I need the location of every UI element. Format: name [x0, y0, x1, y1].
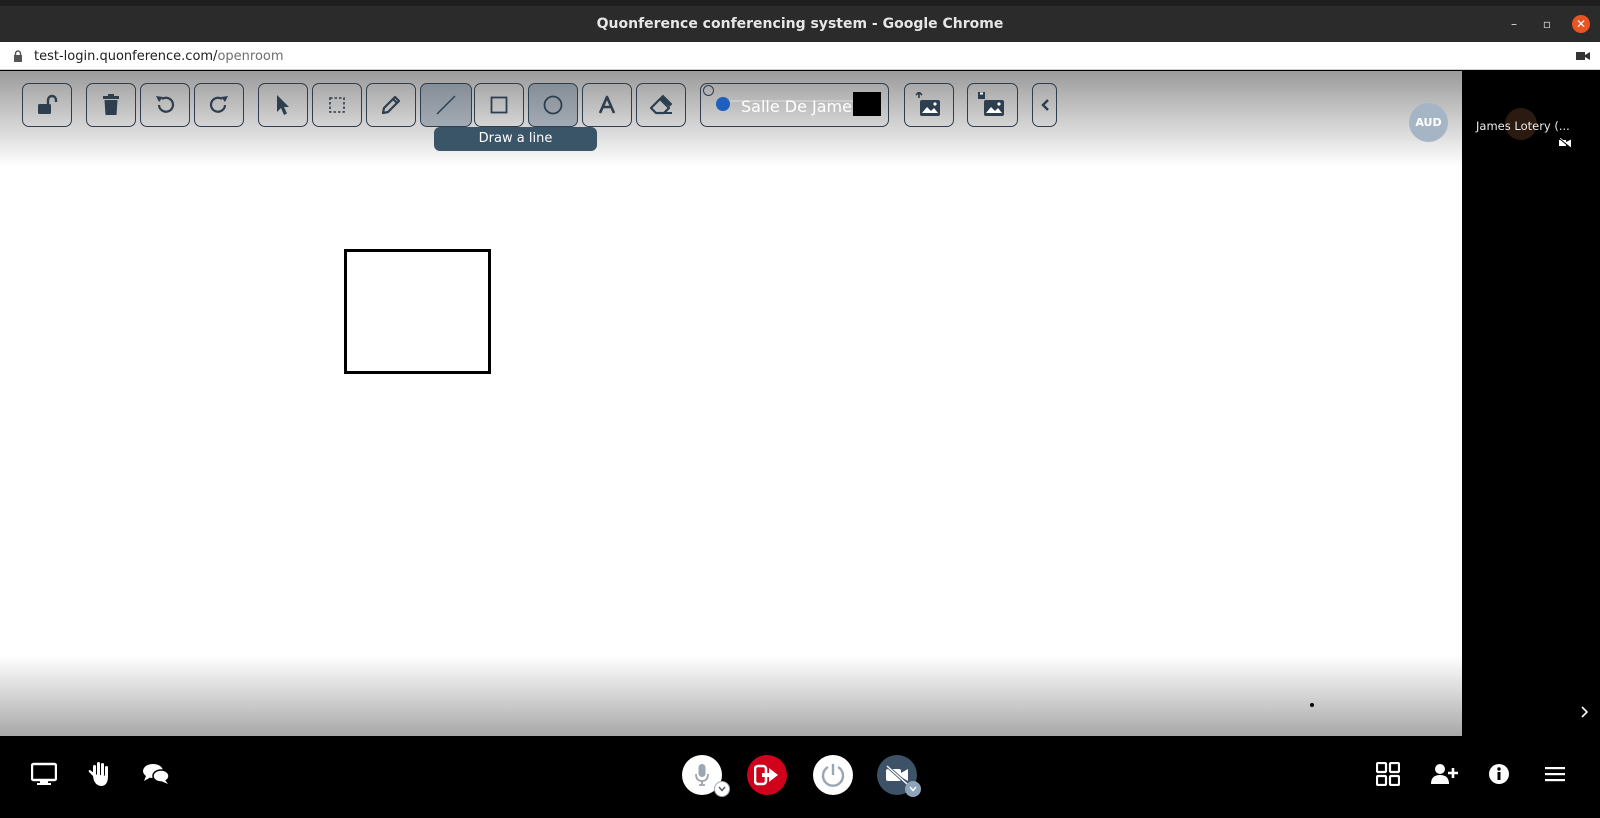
microphone-options-button[interactable]	[714, 781, 730, 797]
redo-button[interactable]	[194, 83, 244, 127]
chat-button[interactable]	[138, 756, 174, 792]
trash-icon	[103, 94, 119, 115]
drawn-rectangle[interactable]	[344, 249, 491, 374]
unlock-icon	[38, 94, 58, 114]
chevron-down-icon	[718, 786, 726, 792]
power-icon	[821, 764, 845, 787]
rectangle-tool-button[interactable]	[474, 83, 524, 127]
close-button[interactable]: ✕	[1572, 15, 1590, 33]
eraser-tool-button[interactable]	[636, 83, 686, 127]
camera-options-button[interactable]	[905, 781, 921, 797]
info-icon	[1489, 764, 1509, 784]
window-title: Quonference conferencing system - Google…	[596, 16, 1004, 32]
add-user-icon	[1431, 764, 1458, 784]
camera-in-use-icon[interactable]	[1576, 50, 1590, 62]
browser-titlebar: Quonference conferencing system - Google…	[0, 6, 1600, 42]
leave-button[interactable]	[747, 755, 787, 795]
slider-handle[interactable]	[716, 97, 730, 111]
power-button[interactable]	[813, 755, 853, 795]
grid-view-button[interactable]	[1370, 756, 1406, 792]
bottom-control-bar	[0, 736, 1600, 818]
screen-share-button[interactable]	[26, 756, 62, 792]
upload-image-button[interactable]	[904, 83, 954, 127]
tool-tooltip: Draw a line	[434, 127, 597, 151]
line-icon	[436, 95, 456, 115]
whiteboard-canvas[interactable]: Salle De James Draw a line AUD	[0, 71, 1462, 736]
upload-image-icon	[915, 92, 940, 116]
eraser-icon	[649, 94, 673, 115]
leave-icon	[754, 764, 778, 786]
undo-icon	[156, 96, 175, 113]
pointer-icon	[277, 95, 289, 115]
canvas-dot	[1310, 703, 1314, 707]
raise-hand-button[interactable]	[82, 756, 118, 792]
lock-icon	[14, 50, 22, 62]
save-image-icon	[977, 92, 1004, 116]
canvas-bottom-fade	[0, 656, 1462, 736]
url-host: test-login.quonference.com/	[34, 49, 218, 64]
select-area-tool-button[interactable]	[312, 83, 362, 127]
pointer-tool-button[interactable]	[258, 83, 308, 127]
select-area-icon	[329, 97, 345, 113]
stroke-size-min-icon	[703, 85, 714, 96]
info-button[interactable]	[1481, 756, 1517, 792]
microphone-button[interactable]	[682, 755, 730, 797]
maximize-button[interactable]: ▫	[1538, 15, 1556, 33]
room-name-label: Salle De James	[741, 97, 861, 116]
camera-off-icon	[885, 765, 909, 785]
undo-button[interactable]	[140, 83, 190, 127]
line-tool-button[interactable]	[420, 83, 472, 127]
circle-tool-button[interactable]	[528, 83, 578, 127]
chevron-down-icon	[909, 786, 917, 792]
collapse-toolbar-button[interactable]	[1032, 83, 1057, 127]
stroke-color-swatch[interactable]	[853, 92, 881, 116]
chevron-right-icon[interactable]	[1580, 705, 1590, 719]
url-text[interactable]: test-login.quonference.com/openroom	[34, 49, 284, 64]
participant-name: James Lotery (...	[1476, 119, 1570, 133]
audio-badge[interactable]: AUD	[1409, 103, 1448, 142]
lock-toggle-button[interactable]	[22, 83, 72, 127]
microphone-icon	[695, 764, 709, 786]
url-path: openroom	[217, 49, 284, 64]
participants-panel: James Lotery (...	[1462, 71, 1600, 736]
text-icon	[598, 95, 616, 114]
raise-hand-icon	[88, 762, 108, 786]
address-bar[interactable]: test-login.quonference.com/openroom	[0, 42, 1600, 70]
text-tool-button[interactable]	[582, 83, 632, 127]
color-picker-group[interactable]: Salle De James	[700, 83, 889, 127]
pencil-tool-button[interactable]	[366, 83, 416, 127]
pencil-icon	[381, 95, 401, 115]
save-image-button[interactable]	[967, 83, 1018, 127]
chat-icon	[143, 764, 170, 784]
collapse-chevron-icon	[1040, 99, 1049, 111]
clear-board-button[interactable]	[86, 83, 136, 127]
redo-icon	[209, 96, 228, 113]
circle-icon	[543, 95, 563, 115]
square-icon	[490, 96, 508, 114]
menu-icon	[1545, 767, 1565, 782]
grid-view-icon	[1376, 762, 1400, 786]
screen-share-icon	[31, 762, 57, 785]
add-user-button[interactable]	[1426, 756, 1462, 792]
menu-button[interactable]	[1537, 756, 1573, 792]
camera-toggle-button[interactable]	[877, 755, 921, 797]
camera-off-icon	[1559, 138, 1571, 148]
minimize-button[interactable]: –	[1505, 15, 1523, 33]
